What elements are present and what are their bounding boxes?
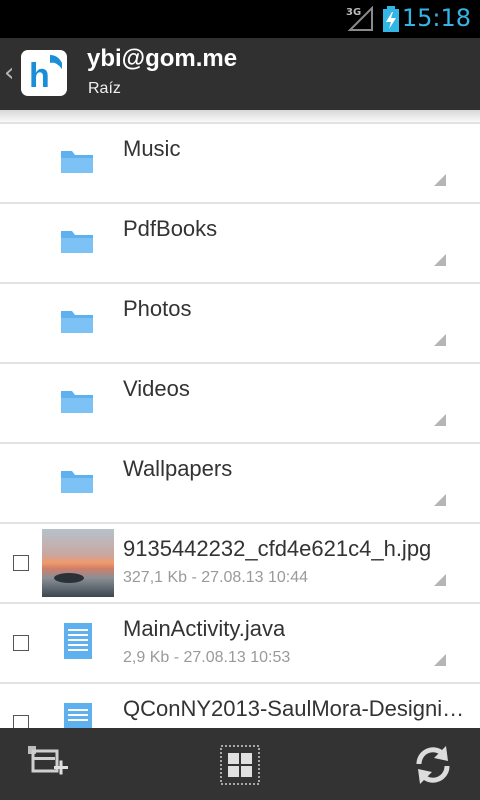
battery-charging-icon bbox=[382, 6, 400, 37]
grid-view-icon[interactable] bbox=[217, 742, 263, 788]
context-menu-indicator[interactable] bbox=[434, 414, 446, 426]
select-checkbox[interactable] bbox=[13, 555, 29, 571]
clock: 15:18 bbox=[401, 4, 471, 32]
folder-name: Videos bbox=[123, 376, 190, 401]
folder-name: Music bbox=[123, 136, 181, 161]
folder-icon bbox=[60, 308, 94, 339]
folder-icon bbox=[60, 388, 94, 419]
context-menu-indicator[interactable] bbox=[434, 654, 446, 666]
folder-icon bbox=[60, 148, 94, 179]
folder-row-photos[interactable]: Photos bbox=[0, 282, 480, 362]
folder-row-wallpapers[interactable]: Wallpapers bbox=[0, 442, 480, 522]
folder-name: PdfBooks bbox=[123, 216, 218, 241]
context-menu-indicator[interactable] bbox=[434, 334, 446, 346]
folder-name: Photos bbox=[123, 296, 192, 321]
action-bar: ‹ h ybi@gom.me Raíz bbox=[0, 38, 480, 110]
file-list[interactable]: Music PdfBooks Photos Videos Wallpapers … bbox=[0, 122, 480, 728]
document-icon bbox=[63, 622, 93, 665]
folder-row-videos[interactable]: Videos bbox=[0, 362, 480, 442]
hubic-logo-icon[interactable]: h bbox=[20, 49, 68, 97]
network-type-label: 3G bbox=[346, 7, 361, 18]
folder-name: Wallpapers bbox=[123, 456, 233, 481]
bottom-action-bar bbox=[0, 728, 480, 800]
file-row-pdf[interactable]: QConNY2013-SaulMora-DesigningWithDataDri… bbox=[0, 682, 480, 728]
file-name: MainActivity.java bbox=[123, 616, 286, 641]
folder-row-music[interactable]: Music bbox=[0, 122, 480, 202]
file-meta: 2,9 Kb - 27.08.13 10:53 bbox=[123, 649, 291, 666]
select-checkbox[interactable] bbox=[13, 715, 29, 728]
context-menu-indicator[interactable] bbox=[434, 494, 446, 506]
file-row-java[interactable]: MainActivity.java 2,9 Kb - 27.08.13 10:5… bbox=[0, 602, 480, 682]
chevron-left-icon[interactable]: ‹ bbox=[4, 58, 14, 88]
file-name: QConNY2013-SaulMora-DesigningWithDataDri… bbox=[123, 696, 475, 721]
status-bar: 3G 15:18 bbox=[0, 0, 480, 38]
account-title: ybi@gom.me bbox=[87, 45, 238, 72]
context-menu-indicator[interactable] bbox=[434, 174, 446, 186]
context-menu-indicator[interactable] bbox=[434, 574, 446, 586]
current-folder-label: Raíz bbox=[88, 80, 121, 97]
select-checkbox[interactable] bbox=[13, 635, 29, 651]
signal-3g-icon: 3G bbox=[344, 5, 374, 37]
file-meta: 327,1 Kb - 27.08.13 10:44 bbox=[123, 569, 309, 586]
multi-select-add-icon[interactable] bbox=[24, 742, 70, 788]
folder-row-pdfbooks[interactable]: PdfBooks bbox=[0, 202, 480, 282]
folder-icon bbox=[60, 228, 94, 259]
svg-text:h: h bbox=[29, 57, 50, 95]
context-menu-indicator[interactable] bbox=[434, 254, 446, 266]
document-icon bbox=[63, 702, 93, 728]
image-thumbnail bbox=[42, 529, 114, 597]
file-row-jpg[interactable]: 9135442232_cfd4e621c4_h.jpg 327,1 Kb - 2… bbox=[0, 522, 480, 602]
folder-icon bbox=[60, 468, 94, 499]
refresh-icon[interactable] bbox=[410, 742, 456, 788]
file-name: 9135442232_cfd4e621c4_h.jpg bbox=[123, 536, 432, 561]
